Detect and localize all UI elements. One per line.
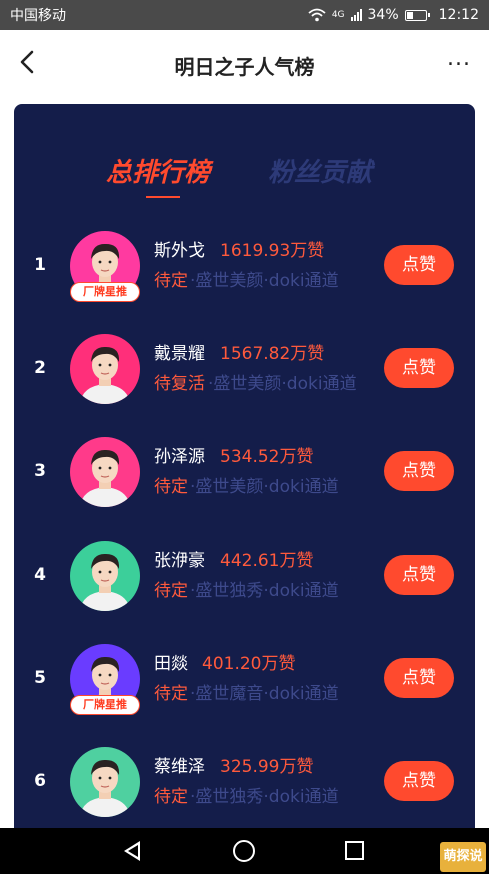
nav-recents-icon[interactable] <box>345 841 364 860</box>
ranking-row: 2 戴景耀 1567.82万赞 待复活 ·盛世美颜·doki通道 点赞 <box>14 333 475 423</box>
contestant-status: 待定 <box>154 477 188 497</box>
like-count: 1619.93万赞 <box>220 241 325 261</box>
like-button[interactable]: 点赞 <box>384 761 454 801</box>
content-area: 总排行榜 粉丝贡献 1 厂牌星推 斯外戈 1619.93万赞 待定 ·盛世美颜·… <box>0 100 489 828</box>
ranking-row: 3 孙泽源 534.52万赞 待定 ·盛世美颜·doki通道 点赞 <box>14 436 475 526</box>
contestant-status: 待定 <box>154 581 188 601</box>
tab-bar: 总排行榜 粉丝贡献 <box>14 152 475 202</box>
portrait-image <box>70 334 140 404</box>
watermark-logo: 萌探说 <box>440 842 486 872</box>
ranking-row: 5 厂牌星推 田燚 401.20万赞 待定 ·盛世魔音·doki通道 点赞 <box>14 643 475 733</box>
rank-number: 4 <box>34 565 46 585</box>
like-count: 1567.82万赞 <box>220 344 325 364</box>
chevron-left-icon <box>20 50 34 74</box>
contestant-name: 田燚 <box>154 654 188 674</box>
contestant-source: ·盛世美颜·doki通道 <box>208 374 357 394</box>
like-count: 401.20万赞 <box>202 654 296 674</box>
avatar[interactable] <box>70 334 140 404</box>
rank-number: 5 <box>34 668 46 688</box>
rank-number: 1 <box>34 255 46 275</box>
like-button[interactable]: 点赞 <box>384 555 454 595</box>
more-button[interactable]: ··· <box>447 53 471 78</box>
nav-home-icon[interactable] <box>233 840 255 862</box>
status-bar: 中国移动 4G 34% 12:12 <box>0 0 489 30</box>
signal-icon <box>350 9 362 21</box>
clock: 12:12 <box>438 7 479 23</box>
like-button[interactable]: 点赞 <box>384 451 454 491</box>
ranking-panel: 总排行榜 粉丝贡献 1 厂牌星推 斯外戈 1619.93万赞 待定 ·盛世美颜·… <box>14 104 475 828</box>
portrait-image <box>70 541 140 611</box>
portrait-image <box>70 747 140 817</box>
nav-back-icon[interactable] <box>124 841 140 861</box>
contestant-source: ·盛世美颜·doki通道 <box>190 271 339 291</box>
contestant-source: ·盛世魔音·doki通道 <box>190 684 339 704</box>
more-dots-icon: ··· <box>447 52 471 78</box>
back-button[interactable] <box>18 49 36 81</box>
contestant-status: 待定 <box>154 787 188 807</box>
like-button[interactable]: 点赞 <box>384 245 454 285</box>
app-header: 明日之子人气榜 ··· <box>0 30 489 100</box>
like-count: 325.99万赞 <box>220 757 314 777</box>
contestant-name: 戴景耀 <box>154 344 205 364</box>
contestant-source: ·盛世美颜·doki通道 <box>190 477 339 497</box>
ranking-row: 4 张洢豪 442.61万赞 待定 ·盛世独秀·doki通道 点赞 <box>14 540 475 630</box>
portrait-image <box>70 437 140 507</box>
avatar[interactable] <box>70 747 140 817</box>
avatar[interactable] <box>70 541 140 611</box>
contestant-name: 斯外戈 <box>154 241 205 261</box>
like-count: 534.52万赞 <box>220 447 314 467</box>
contestant-status: 待定 <box>154 684 188 704</box>
status-right-group: 4G 34% 12:12 <box>308 7 479 23</box>
rank-number: 3 <box>34 461 46 481</box>
contestant-status: 待复活 <box>154 374 205 394</box>
battery-icon <box>404 9 430 21</box>
label-star-badge: 厂牌星推 <box>70 282 140 302</box>
network-type-label: 4G <box>331 10 345 20</box>
rank-number: 2 <box>34 358 46 378</box>
ranking-row: 1 厂牌星推 斯外戈 1619.93万赞 待定 ·盛世美颜·doki通道 点赞 <box>14 230 475 320</box>
ranking-row: 6 蔡维泽 325.99万赞 待定 ·盛世独秀·doki通道 点赞 <box>14 746 475 828</box>
contestant-name: 蔡维泽 <box>154 757 205 777</box>
active-tab-indicator <box>146 196 180 198</box>
label-star-badge: 厂牌星推 <box>70 695 140 715</box>
contestant-name: 孙泽源 <box>154 447 205 467</box>
avatar[interactable] <box>70 437 140 507</box>
tab-overall-ranking[interactable]: 总排行榜 <box>106 152 210 189</box>
battery-percent: 34% <box>367 7 399 23</box>
tab-fan-contribution[interactable]: 粉丝贡献 <box>268 152 372 189</box>
like-button[interactable]: 点赞 <box>384 348 454 388</box>
page-title: 明日之子人气榜 <box>174 54 315 79</box>
system-nav-bar <box>0 828 489 874</box>
like-button[interactable]: 点赞 <box>384 658 454 698</box>
rank-number: 6 <box>34 771 46 791</box>
contestant-source: ·盛世独秀·doki通道 <box>190 787 339 807</box>
carrier-label: 中国移动 <box>10 8 66 24</box>
wifi-icon <box>308 8 326 22</box>
battery-level-fill <box>406 11 413 19</box>
like-count: 442.61万赞 <box>220 551 314 571</box>
contestant-status: 待定 <box>154 271 188 291</box>
contestant-source: ·盛世独秀·doki通道 <box>190 581 339 601</box>
contestant-name: 张洢豪 <box>154 551 205 571</box>
